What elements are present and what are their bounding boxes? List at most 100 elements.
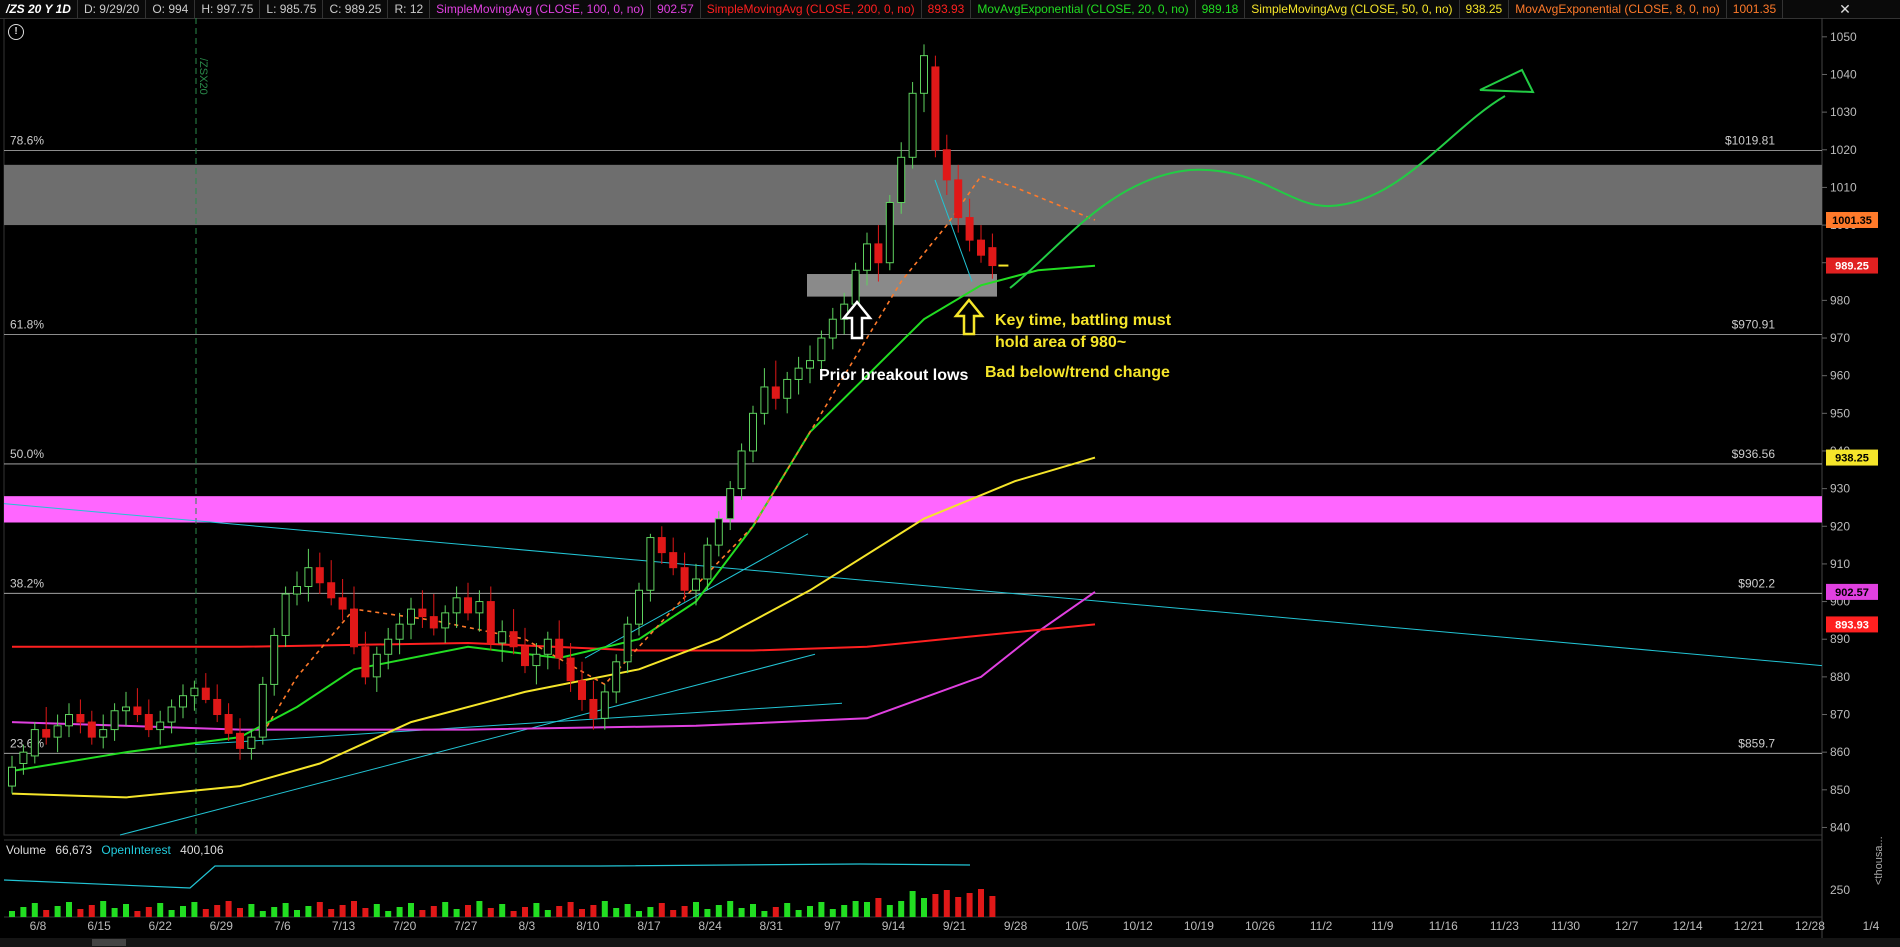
candle-body-64 bbox=[737, 450, 746, 490]
volume-bar-22 bbox=[259, 911, 266, 917]
study-sma100-value: 902.57 bbox=[651, 0, 701, 18]
candle-body-58 bbox=[669, 552, 678, 569]
volume-bar-21 bbox=[248, 904, 255, 917]
candle-body-67 bbox=[771, 386, 780, 399]
volume-value: 66,673 bbox=[55, 843, 93, 857]
chart-canvas[interactable]: 78.6% $1019.81 61.8% $970.91 50.0% $936.56 38.… bbox=[0, 18, 1900, 938]
horizontal-scrollbar[interactable] bbox=[0, 938, 1900, 947]
volume-bar-76 bbox=[875, 898, 882, 917]
open-readout: O: 994 bbox=[146, 0, 196, 18]
candle-body-4 bbox=[53, 725, 62, 738]
x-tick-label-29: 12/28 bbox=[1795, 919, 1825, 933]
volume-bar-63 bbox=[727, 901, 734, 917]
y-tick-label-2: 860 bbox=[1830, 745, 1850, 759]
volume-bar-59 bbox=[681, 906, 688, 917]
close-readout: C: 989.25 bbox=[323, 0, 389, 18]
x-tick-label-2: 6/22 bbox=[149, 919, 173, 933]
x-tick-label-11: 8/24 bbox=[698, 919, 722, 933]
candle-body-14 bbox=[167, 706, 176, 723]
x-tick-label-13: 9/7 bbox=[824, 919, 841, 933]
date-readout: D: 9/29/20 bbox=[78, 0, 147, 18]
volume-bar-44 bbox=[510, 911, 517, 917]
x-tick-label-1: 6/15 bbox=[87, 919, 111, 933]
fib-price-label-1: $970.91 bbox=[1732, 318, 1776, 332]
open-interest-value: 400,106 bbox=[180, 843, 224, 857]
volume-bar-86 bbox=[989, 896, 996, 917]
candle-body-23 bbox=[270, 634, 279, 685]
x-tick-label-23: 11/16 bbox=[1429, 919, 1458, 933]
annotation-key-time-2: hold area of 980~ bbox=[995, 334, 1127, 351]
y-tick-label-5: 890 bbox=[1830, 632, 1850, 646]
candle-body-48 bbox=[555, 638, 564, 659]
y-tick-label-14: 980 bbox=[1830, 293, 1850, 307]
candle-body-77 bbox=[885, 201, 894, 264]
candle-body-35 bbox=[407, 608, 415, 625]
candle-body-56 bbox=[646, 537, 655, 591]
volume-bar-64 bbox=[738, 908, 745, 917]
volume-bar-82 bbox=[943, 890, 950, 917]
candle-body-44 bbox=[509, 631, 518, 648]
candle-body-33 bbox=[384, 638, 393, 655]
candle-body-72 bbox=[828, 318, 837, 339]
x-tick-label-8: 8/3 bbox=[518, 919, 535, 933]
study-sma50-label[interactable]: SimpleMovingAvg (CLOSE, 50, 0, no) bbox=[1245, 0, 1460, 18]
info-icon[interactable]: ! bbox=[8, 24, 24, 40]
y-tick-label-4: 880 bbox=[1830, 670, 1850, 684]
candle-body-39 bbox=[452, 597, 461, 614]
volume-bar-50 bbox=[579, 909, 585, 917]
low-readout: L: 985.75 bbox=[260, 0, 324, 18]
symbol-label[interactable]: /ZS 20 Y 1D bbox=[0, 0, 78, 18]
volume-bar-62 bbox=[715, 905, 722, 917]
volume-bar-73 bbox=[841, 905, 848, 917]
price-tag-text-1: 989.25 bbox=[1835, 261, 1869, 273]
price-tag-text-2: 938.25 bbox=[1835, 453, 1869, 465]
candle-body-86 bbox=[988, 247, 997, 267]
volume-bar-41 bbox=[476, 901, 483, 917]
price-tag-text-4: 893.93 bbox=[1835, 619, 1869, 631]
volume-bar-11 bbox=[134, 911, 141, 917]
open-interest-label: OpenInterest bbox=[101, 843, 171, 857]
volume-bar-81 bbox=[932, 894, 939, 917]
volume-bar-54 bbox=[624, 904, 631, 917]
volume-bar-78 bbox=[898, 901, 905, 917]
volume-bar-71 bbox=[818, 902, 825, 917]
candle-body-10 bbox=[122, 706, 130, 712]
study-sma50-value: 938.25 bbox=[1460, 0, 1510, 18]
candle-body-82 bbox=[942, 149, 951, 181]
study-sma200-label[interactable]: SimpleMovingAvg (CLOSE, 200, 0, no) bbox=[701, 0, 922, 18]
candle-body-20 bbox=[236, 732, 244, 749]
volume-bar-61 bbox=[704, 909, 711, 917]
annotation-prior-breakout: Prior breakout lows bbox=[819, 367, 969, 384]
fib-label-3: 38.2% bbox=[10, 576, 44, 590]
volume-bar-3 bbox=[43, 910, 50, 917]
study-ema20-label[interactable]: MovAvgExponential (CLOSE, 20, 0, no) bbox=[971, 0, 1196, 18]
volume-bar-1 bbox=[20, 907, 27, 917]
candle-body-50 bbox=[578, 680, 586, 700]
volume-bar-32 bbox=[373, 904, 380, 917]
scrollbar-thumb[interactable] bbox=[92, 939, 126, 946]
volume-bar-55 bbox=[636, 911, 642, 917]
study-sma100-label[interactable]: SimpleMovingAvg (CLOSE, 100, 0, no) bbox=[430, 0, 652, 18]
volume-bar-67 bbox=[772, 907, 779, 917]
study-ema8-label[interactable]: MovAvgExponential (CLOSE, 8, 0, no) bbox=[1509, 0, 1727, 18]
volume-bar-19 bbox=[225, 901, 232, 917]
x-tick-label-0: 6/8 bbox=[30, 919, 47, 933]
volume-bar-72 bbox=[829, 909, 836, 917]
high-readout: H: 997.75 bbox=[195, 0, 261, 18]
zone-1 bbox=[4, 496, 1822, 523]
x-tick-label-27: 12/14 bbox=[1673, 919, 1703, 933]
volume-bar-39 bbox=[453, 909, 460, 917]
candle-body-46 bbox=[532, 653, 541, 667]
volume-bar-23 bbox=[271, 907, 278, 917]
candle-body-62 bbox=[714, 518, 723, 546]
candle-body-6 bbox=[76, 714, 85, 723]
close-icon[interactable]: ✕ bbox=[1836, 0, 1854, 18]
x-tick-label-14: 9/14 bbox=[882, 919, 906, 933]
volume-bar-5 bbox=[66, 902, 72, 917]
y-tick-label-8: 920 bbox=[1830, 519, 1850, 533]
x-tick-label-21: 11/2 bbox=[1310, 919, 1333, 933]
y-tick-label-7: 910 bbox=[1830, 557, 1850, 571]
study-ema20-value: 989.18 bbox=[1196, 0, 1246, 18]
x-tick-label-12: 8/31 bbox=[760, 919, 784, 933]
candle-body-54 bbox=[623, 623, 632, 663]
